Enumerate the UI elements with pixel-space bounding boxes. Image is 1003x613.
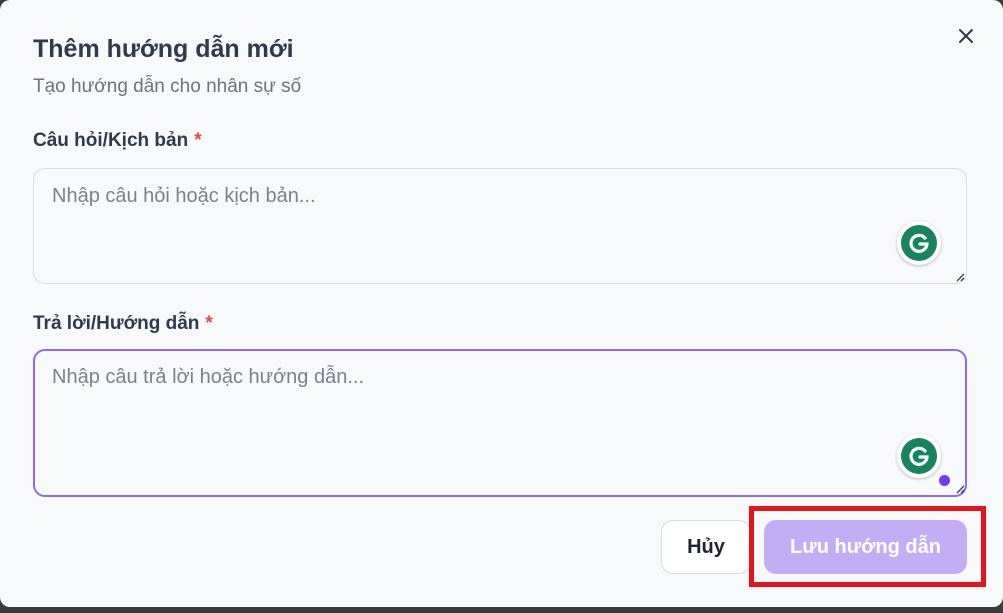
dialog-title: Thêm hướng dẫn mới <box>33 35 294 63</box>
question-label: Câu hỏi/Kịch bản * <box>33 128 202 154</box>
dialog-subtitle: Tạo hướng dẫn cho nhân sự số <box>33 76 302 97</box>
resize-handle-icon[interactable] <box>953 482 965 494</box>
grammarly-button[interactable] <box>897 221 941 265</box>
cancel-button[interactable]: Hủy <box>661 520 751 574</box>
required-mark: * <box>194 130 202 151</box>
close-icon <box>959 29 973 43</box>
answer-label: Trả lời/Hướng dẫn * <box>33 311 213 337</box>
grammarly-g-icon <box>901 438 937 474</box>
answer-label-text: Trả lời/Hướng dẫn <box>33 313 200 334</box>
grammarly-g-icon <box>901 225 937 261</box>
answer-textarea[interactable] <box>33 349 967 497</box>
add-guide-dialog: Thêm hướng dẫn mới Tạo hướng dẫn cho nhâ… <box>0 0 1003 607</box>
grammarly-status-dot <box>939 475 950 486</box>
grammarly-button[interactable] <box>897 434 941 478</box>
close-button[interactable] <box>952 22 980 50</box>
save-guide-button[interactable]: Lưu hướng dẫn <box>764 520 967 574</box>
resize-handle-icon[interactable] <box>953 270 965 282</box>
question-label-text: Câu hỏi/Kịch bản <box>33 130 189 151</box>
question-textarea[interactable] <box>33 168 967 284</box>
required-mark: * <box>205 313 213 334</box>
